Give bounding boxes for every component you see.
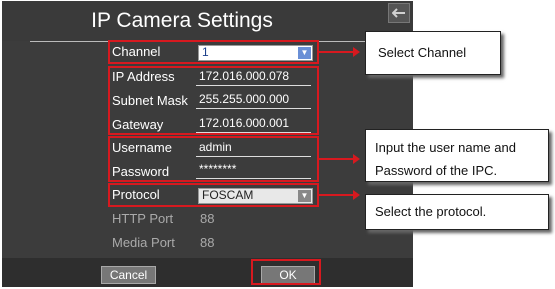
credentials-arrow <box>319 154 360 164</box>
channel-callout-text: Select Channel <box>378 45 467 60</box>
media-port-value: 88 <box>200 235 215 250</box>
http-port-label: HTTP Port <box>112 211 174 226</box>
credentials-callout: Input the user name and Password of the … <box>365 129 549 182</box>
channel-highlight-box <box>108 40 319 64</box>
channel-arrow <box>319 47 360 57</box>
protocol-highlight-box <box>108 183 319 207</box>
dialog-header: IP Camera Settings <box>2 1 413 41</box>
credentials-callout-text: Input the user name and Password of the … <box>375 140 516 178</box>
back-arrow-icon <box>392 8 405 18</box>
credentials-highlight-box <box>108 136 319 182</box>
network-highlight-box <box>108 66 319 135</box>
back-button[interactable] <box>388 3 410 23</box>
dialog-footer: Cancel OK <box>2 258 413 287</box>
channel-callout: Select Channel <box>365 31 501 75</box>
protocol-callout: Select the protocol. <box>365 194 549 230</box>
ok-highlight-box <box>251 259 321 285</box>
http-port-value: 88 <box>200 211 215 226</box>
protocol-callout-text: Select the protocol. <box>375 204 487 219</box>
cancel-button[interactable]: Cancel <box>101 266 156 284</box>
media-port-label: Media Port <box>112 235 175 250</box>
dialog-title: IP Camera Settings <box>91 9 273 32</box>
protocol-arrow <box>319 190 360 200</box>
